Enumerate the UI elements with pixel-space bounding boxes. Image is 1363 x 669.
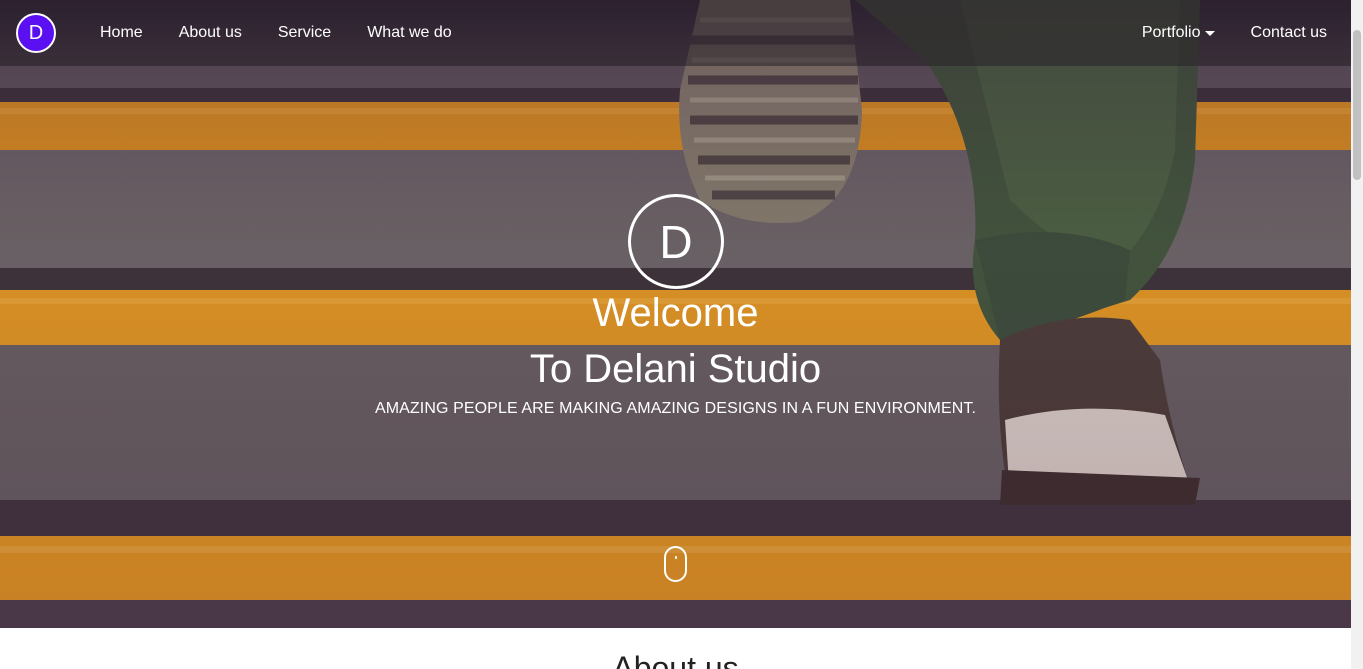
nav-dropdown-portfolio[interactable]: Portfolio (1124, 13, 1233, 53)
mouse-scroll-icon[interactable] (664, 546, 687, 582)
nav-link-about-us[interactable]: About us (161, 13, 260, 53)
nav-link-what-we-do[interactable]: What we do (349, 13, 469, 53)
page: D Home About us Service What we do Portf… (0, 0, 1363, 669)
nav-right-links: Portfolio Contact us (1124, 0, 1345, 66)
nav-link-contact-us[interactable]: Contact us (1233, 13, 1345, 53)
vertical-scrollbar[interactable] (1351, 0, 1363, 669)
navbar: D Home About us Service What we do Portf… (0, 0, 1351, 66)
caret-down-icon (1204, 31, 1215, 36)
nav-link-home[interactable]: Home (82, 13, 161, 53)
hero-logo-circle: D (628, 194, 724, 289)
nav-left-links: Home About us Service What we do (82, 0, 470, 66)
portfolio-label: Portfolio (1141, 24, 1201, 41)
brand-logo-button[interactable]: D (16, 13, 56, 53)
nav-link-service[interactable]: Service (260, 13, 349, 53)
about-section: About us (0, 628, 1351, 669)
hero-title-welcome: Welcome (592, 291, 759, 335)
hero-tagline: AMAZING PEOPLE ARE MAKING AMAZING DESIGN… (374, 400, 977, 417)
mouse-wheel-dot (675, 556, 677, 559)
scrollbar-thumb[interactable] (1353, 30, 1361, 180)
about-heading: About us (612, 650, 739, 669)
hero-title-studio: To Delani Studio (529, 347, 822, 391)
